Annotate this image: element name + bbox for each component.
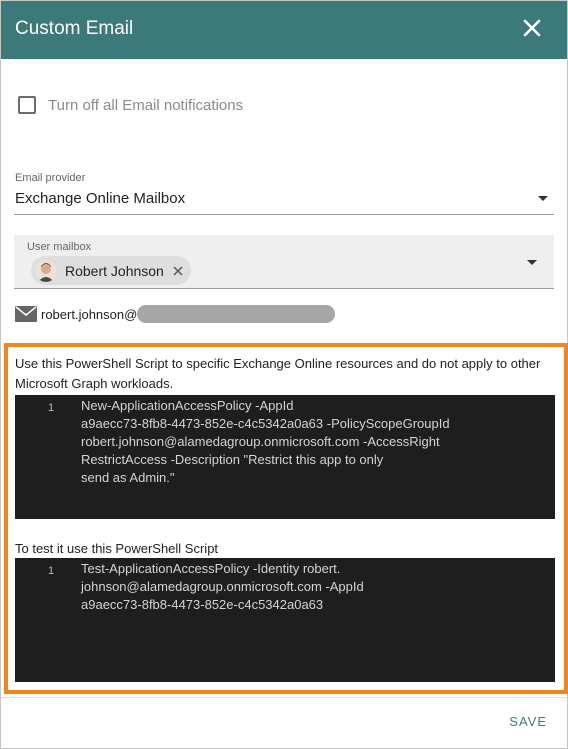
user-chip-name: Robert Johnson	[65, 262, 164, 279]
save-button[interactable]: SAVE	[509, 714, 547, 729]
notifications-toggle-row[interactable]: Turn off all Email notifications	[18, 96, 243, 114]
code-line: New-ApplicationAccessPolicy -AppId	[81, 398, 294, 413]
dialog-header: Custom Email	[1, 1, 567, 59]
user-email-text: robert.johnson@	[41, 306, 138, 322]
user-email-row: robert.johnson@	[15, 305, 336, 323]
close-icon[interactable]	[521, 17, 543, 39]
code-line: RestrictAccess -Description "Restrict th…	[81, 452, 384, 467]
test-policy-script-block[interactable]: 1 Test-ApplicationAccessPolicy -Identity…	[15, 558, 555, 682]
mail-icon	[15, 306, 37, 322]
turn-off-notifications-checkbox[interactable]	[18, 96, 36, 114]
avatar	[35, 259, 57, 282]
script-description: Use this PowerShell Script to specific E…	[15, 356, 541, 391]
line-number: 1	[48, 565, 55, 577]
chevron-down-icon[interactable]	[538, 196, 548, 201]
code-line: Test-ApplicationAccessPolicy -Identity r…	[81, 561, 341, 576]
code-line: a9aecc73-8fb8-4473-852e-c4c5342a0a63 -Po…	[81, 416, 450, 431]
remove-user-icon[interactable]	[173, 266, 183, 276]
script-code: New-ApplicationAccessPolicy -AppId a9aec…	[81, 397, 541, 487]
code-line: a9aecc73-8fb8-4473-852e-c4c5342a0a63	[81, 597, 324, 612]
email-provider-select[interactable]: Email provider Exchange Online Mailbox	[14, 169, 554, 215]
email-provider-label: Email provider	[15, 172, 86, 184]
user-mailbox-select[interactable]: User mailbox Robert Johnson	[14, 235, 554, 289]
code-line: robert.johnson@alamedagroup.onmicrosoft.…	[81, 434, 440, 449]
user-mailbox-label: User mailbox	[27, 241, 92, 253]
test-script-code: Test-ApplicationAccessPolicy -Identity r…	[81, 560, 541, 614]
code-line: send as Admin."	[81, 470, 175, 485]
chevron-down-icon[interactable]	[527, 260, 537, 265]
turn-off-notifications-label: Turn off all Email notifications	[48, 96, 244, 114]
email-provider-value: Exchange Online Mailbox	[15, 190, 186, 207]
footer-divider	[1, 697, 567, 698]
test-script-label: To test it use this PowerShell Script	[15, 541, 219, 556]
redacted-email-domain	[137, 305, 336, 323]
access-policy-script-block[interactable]: 1 New-ApplicationAccessPolicy -AppId a9a…	[15, 395, 555, 519]
line-number: 1	[48, 402, 55, 414]
code-line: johnson@alamedagroup.onmicrosoft.com -Ap…	[81, 579, 364, 594]
dialog-title: Custom Email	[15, 18, 134, 39]
user-chip: Robert Johnson	[31, 256, 191, 285]
custom-email-dialog: Custom Email Turn off all Email notifica…	[0, 0, 568, 749]
